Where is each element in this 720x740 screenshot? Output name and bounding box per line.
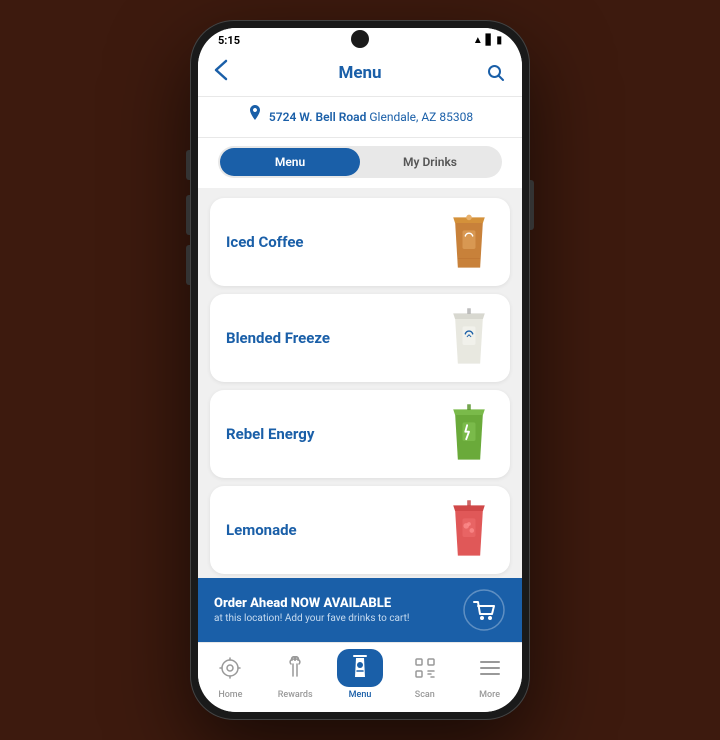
nav-rewards[interactable]: Rewards [269,649,321,700]
rewards-icon-wrap [272,649,318,687]
nav-home[interactable]: Home [204,649,256,700]
nav-home-label: Home [218,690,242,700]
search-button[interactable] [478,63,506,83]
menu-item-name: Blended Freeze [226,329,330,347]
banner-title: Order Ahead NOW AVAILABLE [214,596,409,611]
banner-text: Order Ahead NOW AVAILABLE at this locati… [214,596,409,624]
nav-scan[interactable]: Scan [399,649,451,700]
menu-item-rebel-energy[interactable]: Rebel Energy [210,390,510,478]
phone-screen: 5:15 ▲ ▋ ▮ Menu [198,28,522,712]
nav-rewards-label: Rewards [278,690,313,700]
menu-item-iced-coffee[interactable]: Iced Coffee [210,198,510,286]
nav-menu[interactable]: Menu [334,649,386,700]
location-pin-icon [247,105,263,129]
menu-item-name: Rebel Energy [226,425,314,443]
app-header: Menu [198,51,522,97]
order-banner[interactable]: Order Ahead NOW AVAILABLE at this locati… [198,578,522,642]
rebel-energy-image [440,400,498,468]
battery-icon: ▮ [496,35,502,46]
banner-cart-icon [462,588,506,632]
location-city: Glendale, AZ 85308 [369,110,473,124]
nav-more-label: More [479,690,500,700]
location-bar[interactable]: 5724 W. Bell Road Glendale, AZ 85308 [198,97,522,138]
blended-freeze-image [440,304,498,372]
volume-up-button [186,195,190,235]
phone-shell: 5:15 ▲ ▋ ▮ Menu [190,20,530,720]
menu-item-name: Lemonade [226,521,297,539]
volume-down-button [186,245,190,285]
iced-coffee-image [440,208,498,276]
status-icons: ▲ ▋ ▮ [473,35,502,46]
wifi-icon: ▲ [473,35,483,46]
page-title: Menu [242,63,478,83]
lemonade-image [440,496,498,564]
volume-silent-button [186,150,190,180]
tab-container: Menu My Drinks [218,146,502,178]
more-icon-wrap [467,649,513,687]
location-address: 5724 W. Bell Road Glendale, AZ 85308 [269,110,473,124]
signal-icon: ▋ [486,35,494,46]
tab-menu[interactable]: Menu [220,148,360,176]
tab-my-drinks[interactable]: My Drinks [360,148,500,176]
menu-icon-wrap [337,649,383,687]
home-icon-wrap [207,649,253,687]
bottom-nav: Home Rewards [198,642,522,712]
banner-subtitle: at this location! Add your fave drinks t… [214,613,409,624]
status-time: 5:15 [218,34,240,47]
back-button[interactable] [214,59,242,86]
scan-icon-wrap [402,649,448,687]
tab-switcher: Menu My Drinks [198,138,522,188]
menu-list: Iced Coffee Blended Freeze [198,188,522,578]
menu-item-blended-freeze[interactable]: Blended Freeze [210,294,510,382]
nav-more[interactable]: More [464,649,516,700]
power-button [530,180,534,230]
menu-item-name: Iced Coffee [226,233,304,251]
nav-menu-label: Menu [349,690,372,700]
camera-notch [351,30,369,48]
menu-item-lemonade[interactable]: Lemonade [210,486,510,574]
nav-scan-label: Scan [415,690,435,700]
